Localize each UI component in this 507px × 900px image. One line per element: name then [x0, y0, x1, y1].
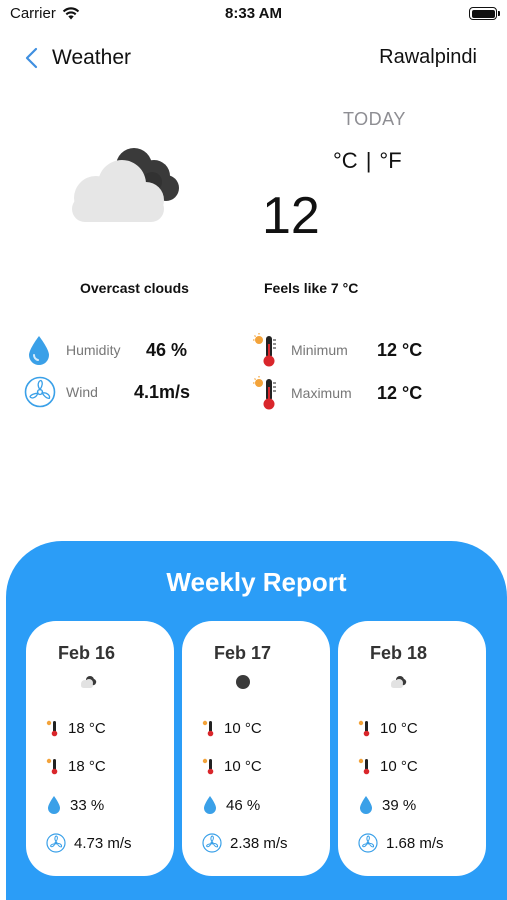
maximum-stat: Maximum 12 °C	[253, 375, 443, 411]
humidity: 46 %	[226, 796, 261, 814]
city-name: Rawalpindi	[379, 46, 477, 68]
day-card[interactable]: Feb 18 10 °C 10 °C 39 % 1.68 m/s	[338, 621, 486, 876]
humidity-value: 46 %	[146, 339, 188, 360]
unit-separator: |	[365, 148, 372, 173]
thermometer-icon	[46, 720, 58, 737]
broken-clouds-icon	[81, 676, 97, 688]
back-chevron-icon[interactable]	[22, 46, 42, 70]
max-temp: 10 °C	[380, 757, 418, 775]
thermometer-icon	[202, 720, 214, 737]
unit-fahrenheit[interactable]: °F	[379, 148, 401, 173]
humidity-row: 46 %	[202, 795, 260, 815]
broken-clouds-icon	[391, 676, 407, 688]
day-date: Feb 17	[214, 643, 272, 663]
min-temp: 10 °C	[380, 719, 418, 737]
overcast-clouds-icon	[236, 675, 250, 689]
min-row: 10 °C	[202, 719, 262, 737]
humidity-label: Humidity	[66, 342, 121, 358]
humidity-stat: Humidity 46 %	[26, 334, 206, 366]
wind-speed: 2.38 m/s	[230, 834, 288, 852]
clock: 8:33 AM	[225, 5, 282, 22]
overcast-clouds-icon	[72, 148, 179, 222]
nav-title[interactable]: Weather	[52, 46, 131, 70]
min-temp: 10 °C	[224, 719, 262, 737]
battery-icon	[469, 7, 500, 20]
thermometer-icon	[253, 376, 276, 410]
maximum-label: Maximum	[291, 385, 352, 401]
day-card[interactable]: Feb 17 10 °C 10 °C 46 % 2.38 m/s	[182, 621, 330, 876]
min-temp: 18 °C	[68, 719, 106, 737]
day-card[interactable]: Feb 16 18 °C 18 °C 33 % 4.73 m/s	[26, 621, 174, 876]
wind-turbine-icon	[358, 833, 378, 853]
day-label: TODAY	[343, 109, 406, 129]
max-temp: 10 °C	[224, 757, 262, 775]
thermometer-icon	[358, 758, 370, 775]
day-date: Feb 18	[370, 643, 428, 663]
humidity: 33 %	[70, 796, 105, 814]
minimum-value: 12 °C	[377, 339, 423, 360]
wind-label: Wind	[66, 384, 98, 400]
max-temp: 18 °C	[68, 757, 106, 775]
water-drop-icon	[48, 796, 60, 814]
weekly-report-panel: Weekly Report Feb 16 18 °C 18 °C 33 % 4.…	[6, 541, 507, 900]
current-temperature: 12	[262, 187, 320, 245]
max-row: 10 °C	[202, 757, 262, 775]
weekly-report-title: Weekly Report	[166, 567, 347, 597]
humidity-row: 33 %	[46, 795, 104, 815]
wind-row: 4.73 m/s	[46, 833, 132, 853]
thermometer-icon	[202, 758, 214, 775]
minimum-stat: Minimum 12 °C	[253, 332, 443, 368]
max-row: 18 °C	[46, 757, 106, 775]
unit-celsius[interactable]: °C	[333, 148, 358, 173]
wind-speed: 1.68 m/s	[386, 834, 444, 852]
wind-stat: Wind 4.1m/s	[24, 376, 204, 408]
maximum-value: 12 °C	[377, 382, 423, 403]
wind-turbine-icon	[46, 833, 66, 853]
min-row: 18 °C	[46, 719, 106, 737]
status-bar: Carrier 8:33 AM	[0, 0, 507, 28]
humidity: 39 %	[382, 796, 417, 814]
water-drop-icon	[360, 796, 372, 814]
wind-speed: 4.73 m/s	[74, 834, 132, 852]
wind-turbine-icon	[24, 376, 56, 408]
feels-like: Feels like 7 °C	[264, 280, 359, 296]
wind-row: 1.68 m/s	[358, 833, 444, 853]
day-date: Feb 16	[58, 643, 116, 663]
weather-description: Overcast clouds	[80, 280, 189, 296]
thermometer-icon	[46, 758, 58, 775]
unit-toggle[interactable]: °C | °F	[333, 148, 402, 174]
water-drop-icon	[204, 796, 216, 814]
max-row: 10 °C	[358, 757, 418, 775]
wind-row: 2.38 m/s	[202, 833, 288, 853]
nav-bar: Weather Rawalpindi	[0, 42, 507, 74]
thermometer-icon	[253, 333, 276, 367]
minimum-label: Minimum	[291, 342, 348, 358]
humidity-row: 39 %	[358, 795, 416, 815]
water-drop-icon	[29, 336, 49, 365]
wind-value: 4.1m/s	[134, 381, 191, 402]
wind-turbine-icon	[202, 833, 222, 853]
min-row: 10 °C	[358, 719, 418, 737]
thermometer-icon	[358, 720, 370, 737]
